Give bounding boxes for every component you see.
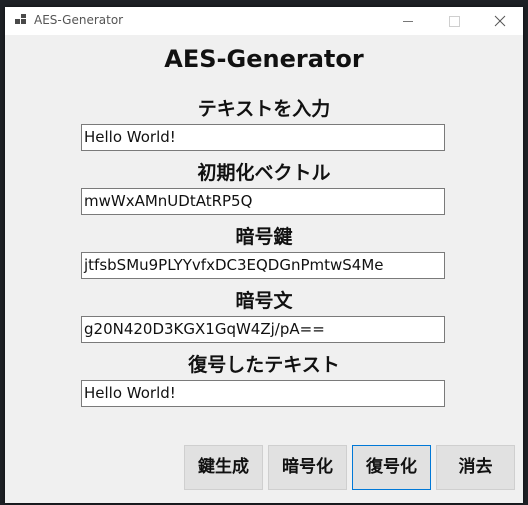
close-icon[interactable] xyxy=(477,7,523,35)
decrypt-button[interactable]: 復号化 xyxy=(352,445,431,490)
app-window: AES-Generator AES-Generator テキストを入力 Hell… xyxy=(5,7,523,503)
key-input[interactable]: jtfsbSMu9PLYYvfxDC3EQDGnPmtwS4Me xyxy=(81,252,445,279)
ciphertext-input[interactable]: g20N420D3KGX1GqW4Zj/pA== xyxy=(81,316,445,343)
minimize-icon[interactable] xyxy=(385,7,431,35)
form-title: AES-Generator xyxy=(164,45,364,73)
decrypted-input[interactable]: Hello World! xyxy=(81,380,445,407)
key-label: 暗号鍵 xyxy=(235,226,293,248)
ciphertext-label: 暗号文 xyxy=(235,290,293,312)
plaintext-input[interactable]: Hello World! xyxy=(81,124,445,151)
window-title: AES-Generator xyxy=(34,13,124,27)
iv-input[interactable]: mwWxAMnUDtAtRP5Q xyxy=(81,188,445,215)
title-bar[interactable]: AES-Generator xyxy=(5,7,523,35)
plaintext-label: テキストを入力 xyxy=(197,98,331,120)
encrypt-button[interactable]: 暗号化 xyxy=(268,445,347,490)
maximize-icon[interactable] xyxy=(431,7,477,35)
app-icon xyxy=(15,14,27,26)
generate-key-button[interactable]: 鍵生成 xyxy=(184,445,263,490)
decrypted-label: 復号したテキスト xyxy=(188,354,340,376)
iv-label: 初期化ベクトル xyxy=(197,162,331,184)
clear-button[interactable]: 消去 xyxy=(436,445,515,490)
